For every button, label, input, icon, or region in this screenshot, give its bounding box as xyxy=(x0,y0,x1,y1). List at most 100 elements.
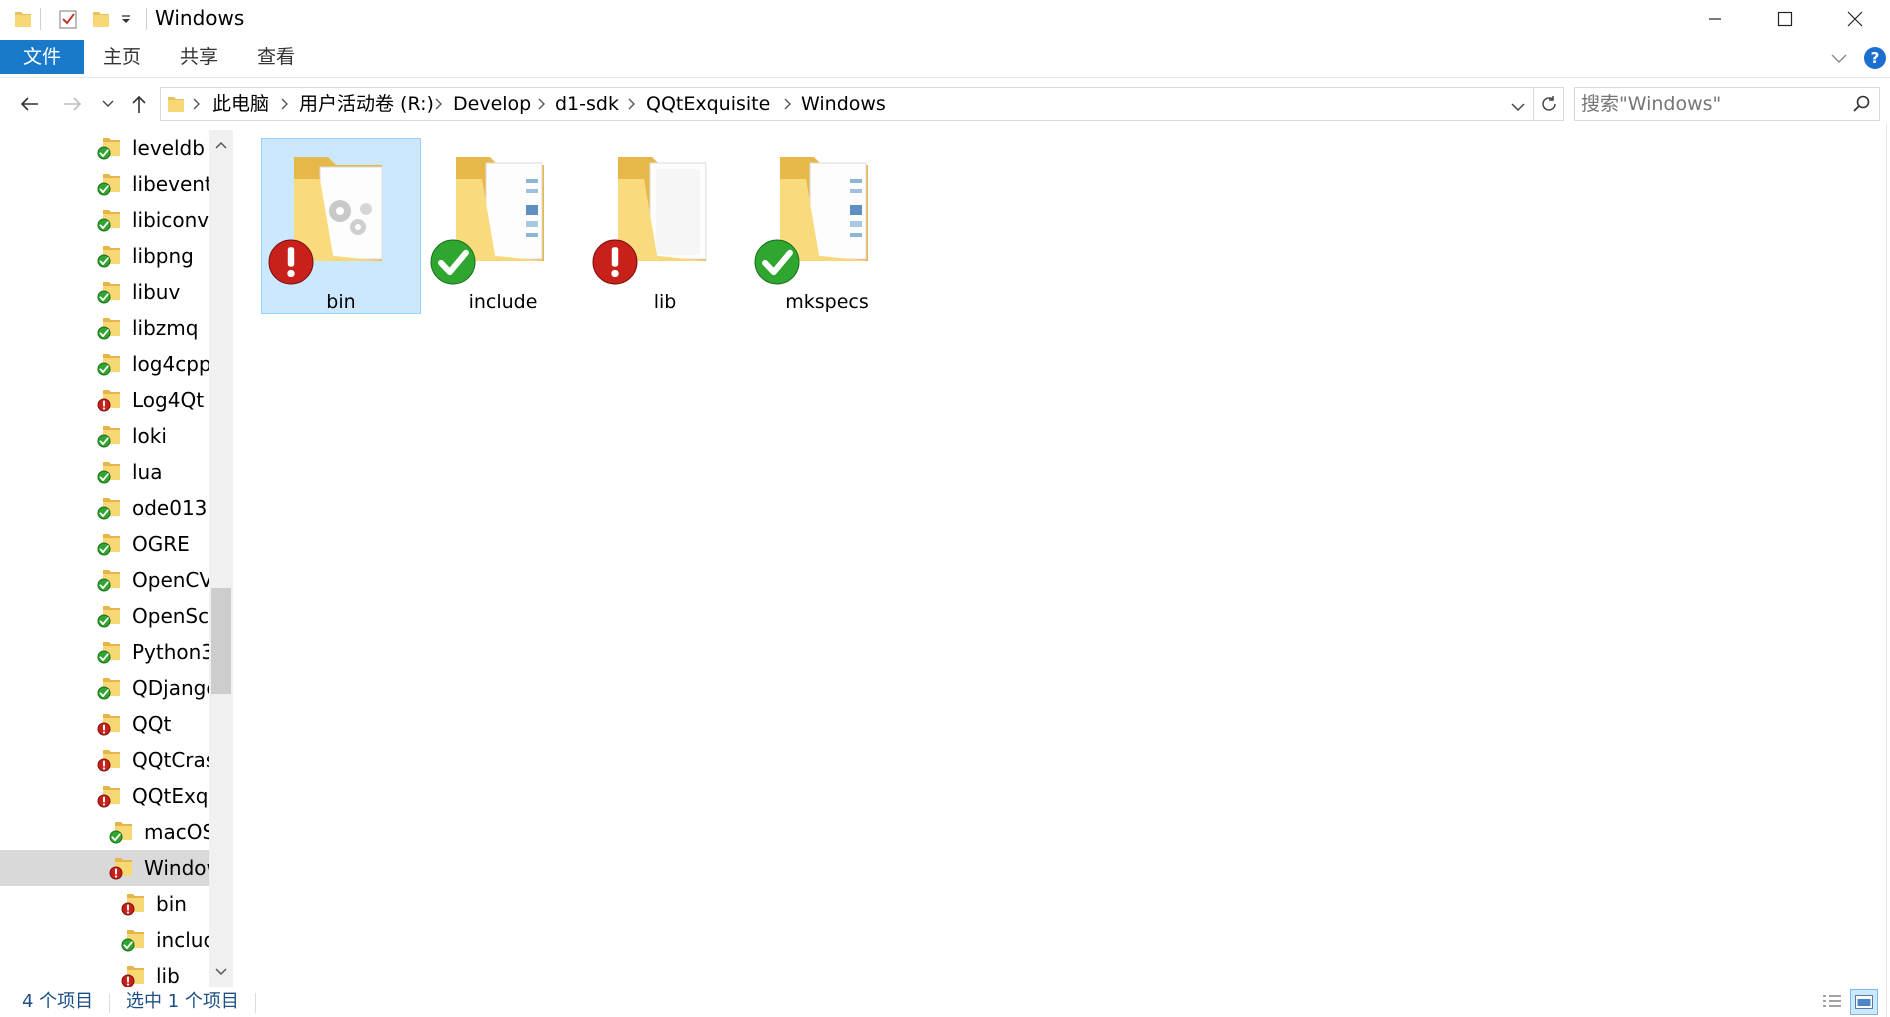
tree-item-qqt[interactable]: QQt xyxy=(0,706,209,742)
tree-item-libzmq[interactable]: libzmq xyxy=(0,310,209,346)
scroll-up-arrow-icon[interactable] xyxy=(209,133,233,157)
folder-item-mkspecs[interactable]: mkspecs xyxy=(747,138,907,314)
folder-item-bin[interactable]: bin xyxy=(261,138,421,314)
tree-item-libpng[interactable]: libpng xyxy=(0,238,209,274)
tree-item-label: libpng xyxy=(132,244,194,268)
back-button[interactable] xyxy=(14,90,44,118)
tree-item-label: QQtExqui xyxy=(132,784,209,808)
tree-item-label: Window xyxy=(144,856,209,880)
tree-item-label: QQt xyxy=(132,712,172,736)
address-history-chevron-icon[interactable] xyxy=(1511,98,1525,117)
large-icons-view-button[interactable] xyxy=(1850,989,1878,1015)
breadcrumb-develop[interactable]: Develop xyxy=(453,88,531,120)
tree-item-include[interactable]: include xyxy=(0,922,209,958)
tree-item-window[interactable]: Window xyxy=(0,850,209,886)
forward-arrow-icon xyxy=(64,97,82,111)
tree-item-log4cpp[interactable]: log4cpp xyxy=(0,346,209,382)
breadcrumb-separator-icon[interactable] xyxy=(192,88,200,120)
folder-item-label: bin xyxy=(326,291,356,313)
tree-item-libevent[interactable]: libevent xyxy=(0,166,209,202)
tree-item-ogre[interactable]: OGRE xyxy=(0,526,209,562)
tree-item-bin[interactable]: bin xyxy=(0,886,209,922)
maximize-button[interactable] xyxy=(1750,0,1820,38)
expand-ribbon-icon[interactable] xyxy=(1830,50,1848,69)
breadcrumb-drive[interactable]: 用户活动卷 (R:) xyxy=(299,88,434,120)
properties-icon[interactable] xyxy=(57,6,79,32)
breadcrumb-separator-icon[interactable] xyxy=(537,88,545,120)
scroll-down-arrow-icon[interactable] xyxy=(209,960,233,984)
tree-item-label: Log4Qt xyxy=(132,388,205,412)
folder-item-label: include xyxy=(468,291,538,313)
folder-item-lib[interactable]: lib xyxy=(585,138,745,314)
breadcrumb-separator-icon[interactable] xyxy=(280,88,288,120)
tree-item-leveldb[interactable]: leveldb xyxy=(0,130,209,166)
tree-item-label: leveldb xyxy=(132,136,205,160)
tree-item-libuv[interactable]: libuv xyxy=(0,274,209,310)
tree-item-opencv[interactable]: OpenCV xyxy=(0,562,209,598)
minimize-button[interactable] xyxy=(1680,0,1750,38)
folder-conflict-icon xyxy=(96,783,122,809)
breadcrumb-separator-icon[interactable] xyxy=(783,88,791,120)
tree-item-openscen[interactable]: OpenScen xyxy=(0,598,209,634)
folder-synced-icon xyxy=(96,171,122,197)
tree-item-qdjango[interactable]: QDjango xyxy=(0,670,209,706)
nav-scrollbar-thumb[interactable] xyxy=(211,588,231,694)
folder-item-include[interactable]: include xyxy=(423,138,583,314)
tree-item-python36[interactable]: Python36 xyxy=(0,634,209,670)
maximize-icon xyxy=(1777,11,1793,27)
tree-item-macos[interactable]: macOS xyxy=(0,814,209,850)
close-button[interactable] xyxy=(1820,0,1890,38)
title-bar: Windows xyxy=(0,0,1890,38)
breadcrumb-separator-icon[interactable] xyxy=(434,88,442,120)
forward-button[interactable] xyxy=(58,90,88,118)
tree-item-ode013[interactable]: ode013 xyxy=(0,490,209,526)
folder-synced-icon xyxy=(96,675,122,701)
tree-item-qqtcrash[interactable]: QQtCrash xyxy=(0,742,209,778)
folder-synced-icon xyxy=(96,459,122,485)
nav-scrollbar[interactable] xyxy=(209,130,233,987)
folder-synced-icon xyxy=(96,639,122,665)
folder-synced-icon xyxy=(96,567,122,593)
recent-locations-button[interactable] xyxy=(98,90,118,118)
navigation-pane: leveldb libevent libiconv libpng libuv l… xyxy=(0,130,235,987)
folder-conflict-icon xyxy=(120,891,146,917)
tab-home[interactable]: 主页 xyxy=(90,40,154,74)
tree-item-log4qt[interactable]: Log4Qt xyxy=(0,382,209,418)
folder-conflict-icon xyxy=(96,711,122,737)
new-folder-icon[interactable] xyxy=(92,6,110,32)
tab-share[interactable]: 共享 xyxy=(167,40,231,74)
details-view-button[interactable] xyxy=(1818,989,1846,1015)
refresh-button[interactable] xyxy=(1534,87,1564,121)
breadcrumb-d1-sdk[interactable]: d1-sdk xyxy=(555,88,619,120)
tab-file[interactable]: 文件 xyxy=(0,40,84,74)
up-button[interactable] xyxy=(126,90,152,118)
folder-conflict-icon xyxy=(96,747,122,773)
address-bar[interactable]: 此电脑 用户活动卷 (R:) Develop d1-sdk QQtExquisi… xyxy=(160,87,1534,121)
tree-item-label: bin xyxy=(156,892,187,916)
search-input[interactable] xyxy=(1581,88,1841,120)
breadcrumb-separator-icon[interactable] xyxy=(627,88,635,120)
folder-icon xyxy=(14,6,32,32)
folder-synced-icon xyxy=(96,423,122,449)
folder-synced-icon xyxy=(96,531,122,557)
tree-item-libiconv[interactable]: libiconv xyxy=(0,202,209,238)
breadcrumb-this-pc[interactable]: 此电脑 xyxy=(212,88,269,120)
search-icon[interactable] xyxy=(1853,95,1871,117)
tree-item-loki[interactable]: loki xyxy=(0,418,209,454)
tree-item-label: OGRE xyxy=(132,532,190,556)
tree-item-label: libzmq xyxy=(132,316,199,340)
tree-item-label: log4cpp xyxy=(132,352,209,376)
help-button[interactable]: ? xyxy=(1864,47,1886,69)
breadcrumb-qqtexquisite[interactable]: QQtExquisite xyxy=(646,88,770,120)
tree-item-lib[interactable]: lib xyxy=(0,958,209,987)
customize-toolbar-icon[interactable] xyxy=(120,6,132,32)
breadcrumb-windows[interactable]: Windows xyxy=(801,88,886,120)
tree-item-lua[interactable]: lua xyxy=(0,454,209,490)
tab-view[interactable]: 查看 xyxy=(244,40,308,74)
chevron-down-icon xyxy=(102,100,114,107)
tree-item-label: macOS xyxy=(144,820,209,844)
back-arrow-icon xyxy=(20,97,38,111)
tree-item-qqtexqui[interactable]: QQtExqui xyxy=(0,778,209,814)
file-view: bin include lib mkspecs xyxy=(253,130,1883,987)
search-box[interactable] xyxy=(1574,87,1880,121)
